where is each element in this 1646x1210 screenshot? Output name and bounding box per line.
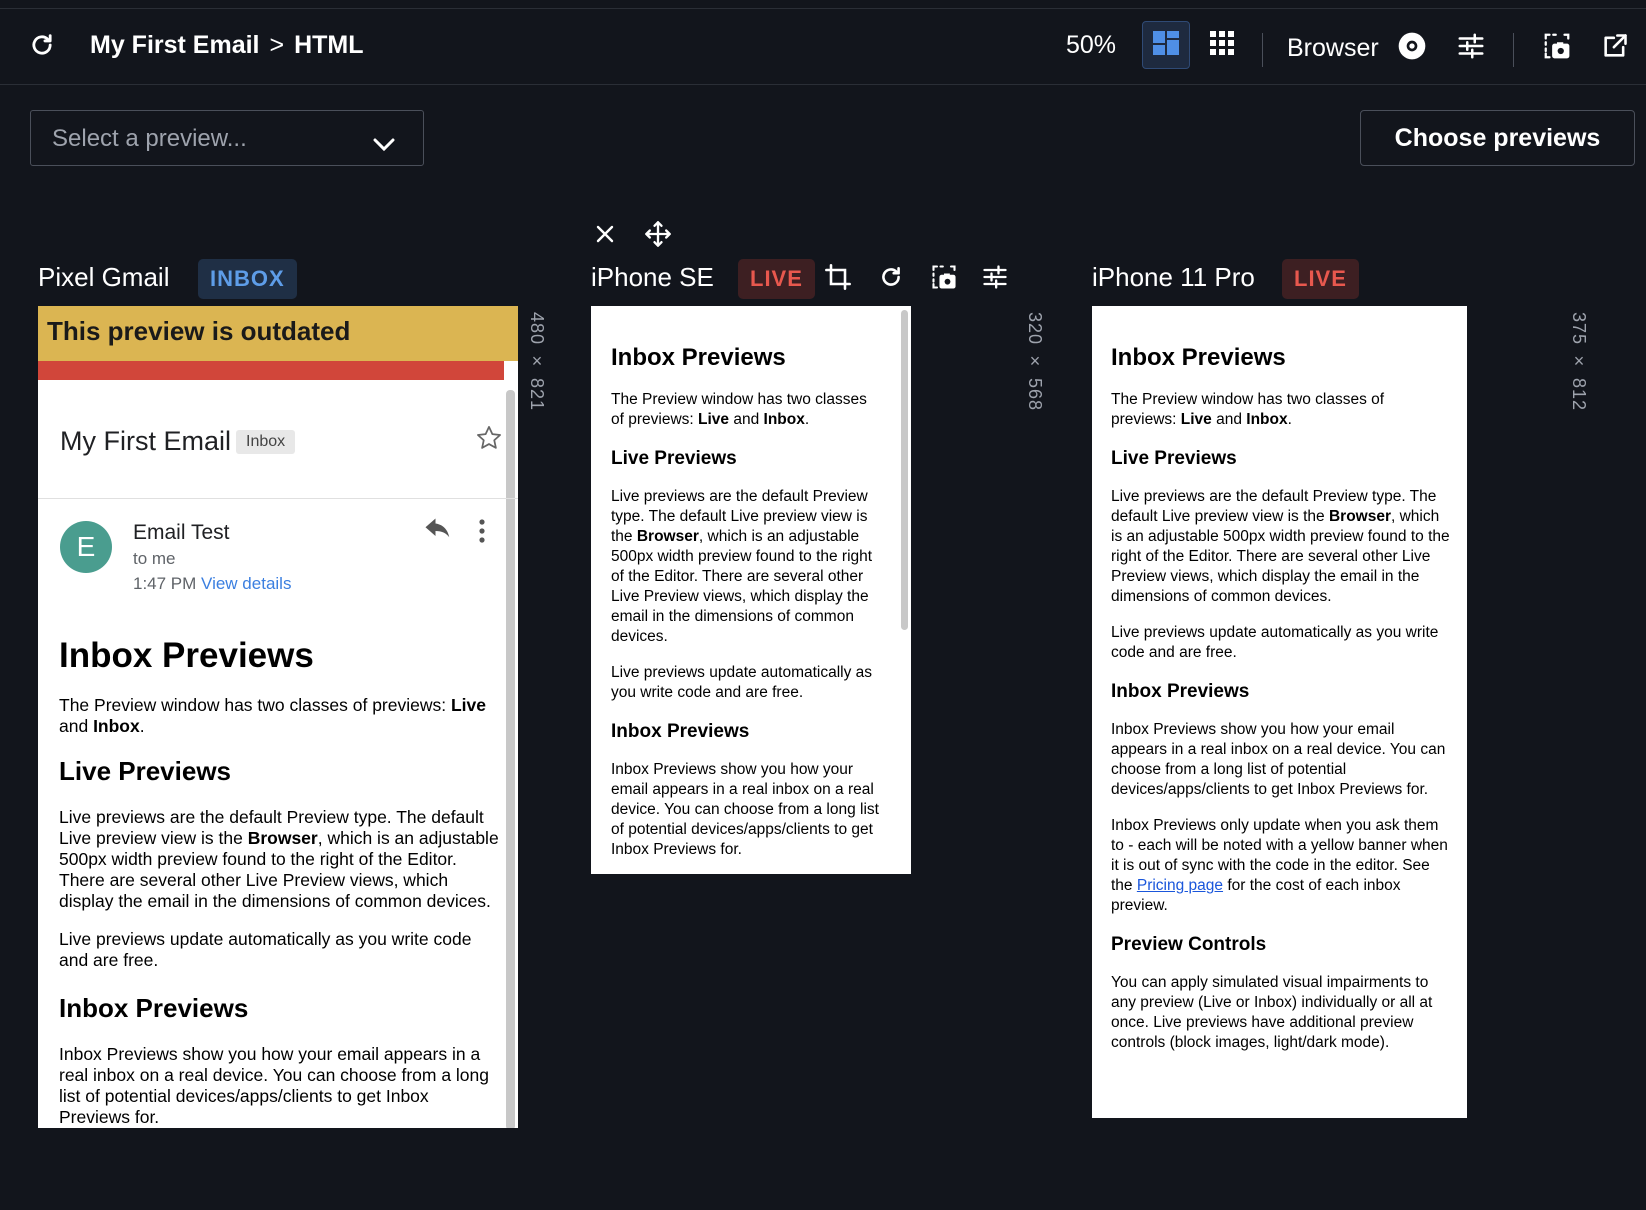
section-heading: Inbox Previews — [1111, 681, 1250, 702]
sliders-icon[interactable] — [980, 262, 1010, 292]
preview-dimensions: 480 × 821 — [527, 312, 547, 412]
external-link-icon[interactable] — [1598, 29, 1632, 63]
divider — [1262, 33, 1263, 67]
time-text: 1:47 PM — [133, 574, 197, 593]
email-intro: The Preview window has two classes of pr… — [1111, 391, 1385, 428]
preview-frame-iphone-11-pro: Inbox Previews The Preview window has tw… — [1092, 306, 1467, 1118]
preview-frame-iphone-se: Inbox Previews The Preview window has tw… — [591, 306, 911, 874]
email-paragraph: Live previews are the default Preview ty… — [1111, 488, 1450, 605]
reload-icon[interactable] — [876, 262, 906, 292]
email-paragraph: Live previews are the default Preview ty… — [59, 807, 499, 911]
email-time: 1:47 PM View details — [133, 574, 291, 594]
section-heading: Live Previews — [611, 448, 737, 469]
breadcrumb-page: HTML — [294, 31, 364, 59]
divider — [1513, 33, 1514, 67]
email-paragraph: Inbox Previews show you how your email a… — [611, 761, 879, 858]
divider — [38, 498, 518, 499]
view-details-link[interactable]: View details — [201, 574, 291, 593]
top-bar: My First Email > HTML 50% Browser — [0, 8, 1646, 85]
preview-title: Pixel Gmail — [38, 262, 170, 292]
live-badge: LIVE — [1282, 259, 1359, 299]
email-body: Inbox Previews The Preview window has tw… — [611, 344, 879, 860]
preview-dimensions: 375 × 812 — [1569, 312, 1589, 412]
scrollbar[interactable] — [901, 310, 908, 630]
gmail-header-bar — [38, 361, 504, 380]
browser-label[interactable]: Browser — [1287, 34, 1379, 63]
choose-previews-button[interactable]: Choose previews — [1360, 110, 1635, 166]
section-heading: Inbox Previews — [611, 721, 750, 742]
crop-icon[interactable] — [823, 262, 853, 292]
section-heading: Live Previews — [1111, 448, 1237, 469]
section-heading: Preview Controls — [1111, 934, 1267, 955]
preview-dimensions: 320 × 568 — [1025, 312, 1045, 412]
breadcrumb: My First Email > HTML — [90, 31, 364, 60]
grid-icon — [1208, 29, 1236, 62]
eye-icon[interactable] — [1395, 29, 1429, 63]
email-heading: Inbox Previews — [611, 344, 786, 371]
email-paragraph: Inbox Previews show you how your email a… — [59, 1044, 490, 1127]
email-body: Inbox Previews The Preview window has tw… — [1111, 344, 1451, 1053]
email-intro: The Preview window has two classes of pr… — [59, 695, 486, 736]
email-paragraph: Live previews are the default Preview ty… — [611, 488, 873, 645]
more-vert-icon[interactable] — [478, 518, 486, 549]
sliders-icon[interactable] — [1454, 29, 1488, 63]
email-paragraph: Live previews update automatically as yo… — [1111, 624, 1439, 661]
email-paragraph: Inbox Previews only update when you ask … — [1111, 817, 1448, 914]
email-paragraph: Inbox Previews show you how your email a… — [1111, 721, 1446, 798]
reply-icon[interactable] — [423, 518, 453, 549]
outdated-banner: This preview is outdated — [38, 306, 518, 361]
recipient-text[interactable]: to me — [133, 549, 176, 569]
preview-frame-pixel-gmail: This preview is outdated My First Email … — [38, 306, 518, 1128]
refresh-icon[interactable] — [28, 31, 56, 59]
chevron-down-icon — [373, 131, 395, 159]
layout-button[interactable] — [1142, 21, 1190, 69]
star-icon[interactable] — [475, 424, 503, 457]
email-intro: The Preview window has two classes of pr… — [611, 391, 867, 428]
sender-name: Email Test — [133, 521, 230, 544]
screenshot-icon[interactable] — [929, 262, 959, 292]
email-paragraph: Live previews update automatically as yo… — [611, 664, 873, 701]
scrollbar[interactable] — [506, 390, 515, 1128]
inbox-label: Inbox — [236, 430, 296, 454]
preview-select[interactable]: Select a preview... — [30, 110, 424, 166]
inbox-badge: INBOX — [198, 259, 297, 299]
email-heading: Inbox Previews — [59, 636, 314, 675]
zoom-level[interactable]: 50% — [1066, 31, 1116, 60]
email-heading: Inbox Previews — [1111, 344, 1286, 371]
section-heading: Inbox Previews — [59, 993, 249, 1023]
avatar: E — [60, 521, 112, 573]
grid-button[interactable] — [1198, 21, 1246, 69]
screenshot-icon[interactable] — [1540, 29, 1574, 63]
preview-title: iPhone 11 Pro — [1092, 262, 1255, 292]
live-badge: LIVE — [738, 259, 815, 299]
move-icon[interactable] — [644, 220, 672, 248]
preview-title: iPhone SE — [591, 262, 714, 292]
email-subject: My First Email — [60, 426, 231, 456]
preview-select-placeholder: Select a preview... — [52, 125, 247, 152]
section-heading: Live Previews — [59, 756, 231, 786]
layout-icon — [1151, 28, 1181, 63]
pricing-link[interactable]: Pricing page — [1137, 877, 1223, 894]
breadcrumb-project[interactable]: My First Email — [90, 31, 260, 60]
email-paragraph: You can apply simulated visual impairmen… — [1111, 974, 1433, 1051]
close-icon[interactable] — [593, 222, 617, 246]
email-body: Inbox Previews The Preview window has tw… — [59, 636, 499, 1128]
email-paragraph: Live previews update automatically as yo… — [59, 929, 472, 970]
breadcrumb-separator: > — [269, 31, 285, 59]
